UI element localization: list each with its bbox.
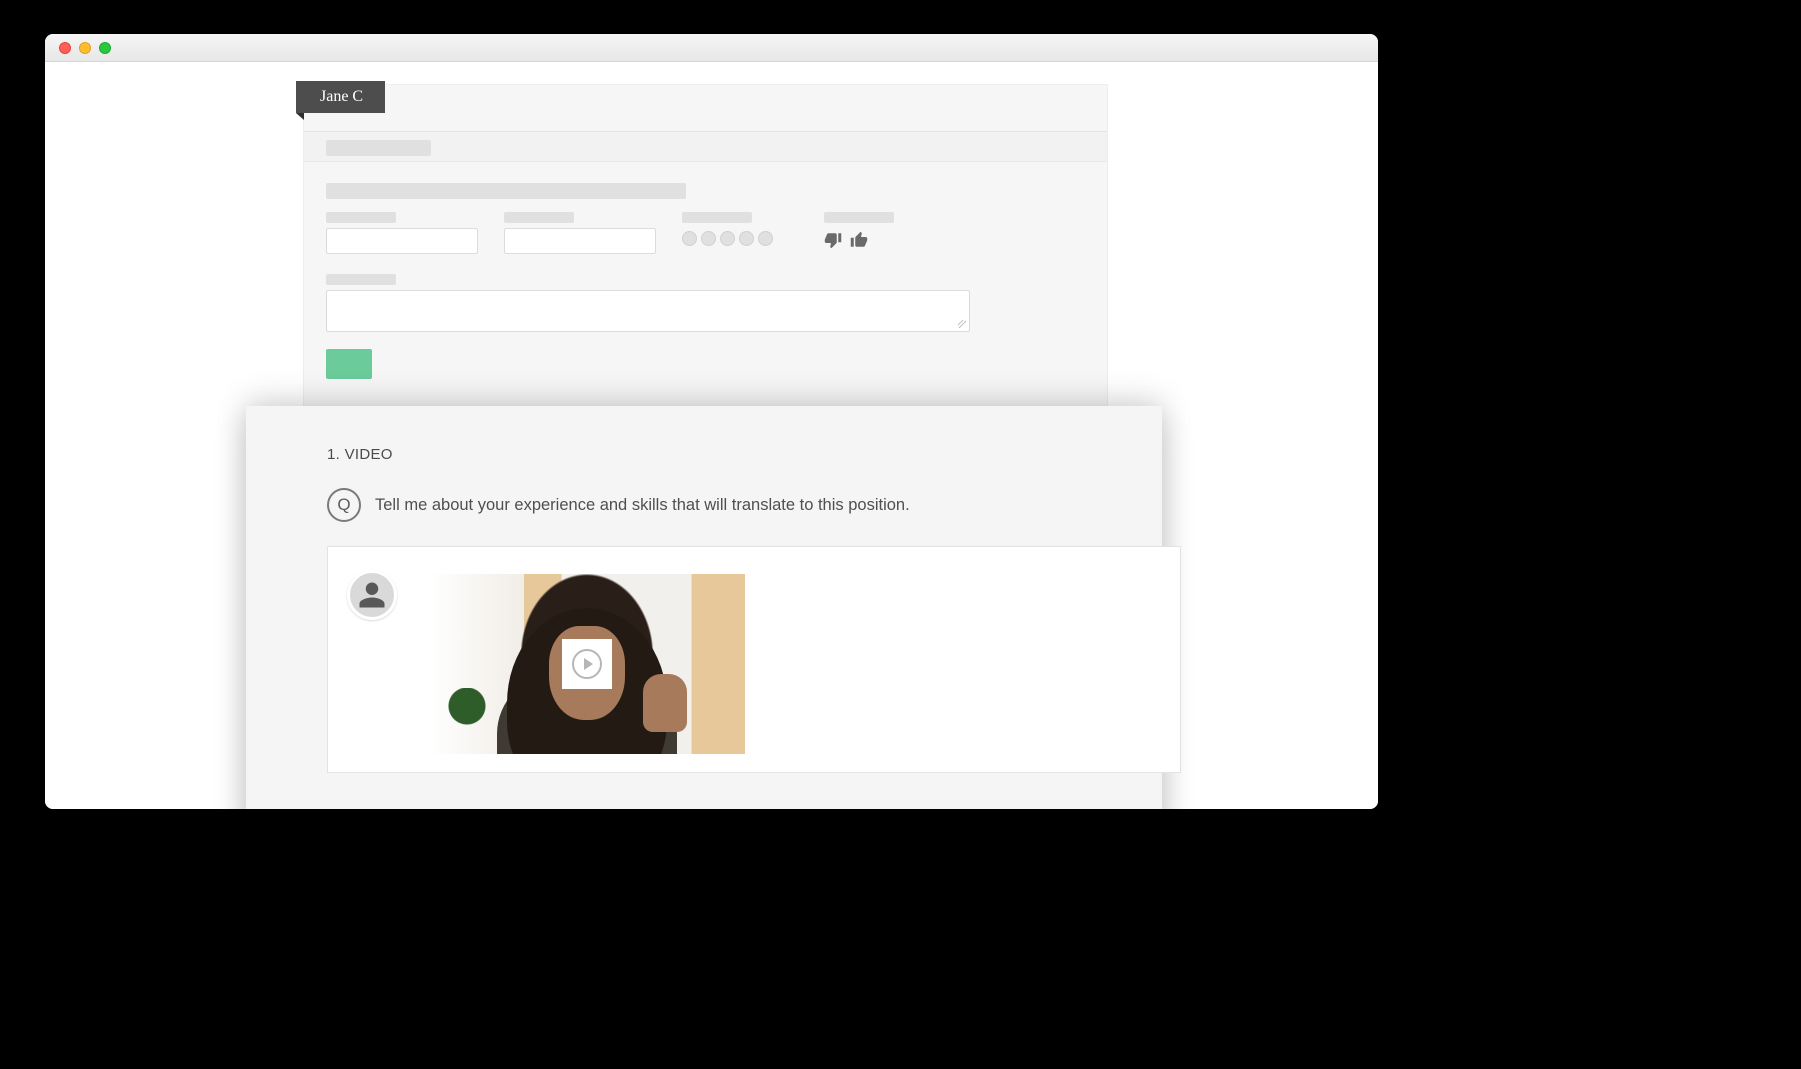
skeleton-label bbox=[326, 212, 396, 223]
play-button[interactable] bbox=[566, 643, 608, 685]
submit-button[interactable] bbox=[326, 349, 372, 379]
skeleton-label bbox=[504, 212, 574, 223]
question-row: Q Tell me about your experience and skil… bbox=[327, 488, 1082, 522]
rating-dot[interactable] bbox=[682, 231, 697, 246]
window-minimize-button[interactable] bbox=[79, 42, 91, 54]
video-thumbnail[interactable] bbox=[429, 574, 745, 754]
skeleton-label bbox=[824, 212, 894, 223]
window-zoom-button[interactable] bbox=[99, 42, 111, 54]
thumbs-down-icon[interactable] bbox=[824, 231, 842, 249]
app-window: Jane C bbox=[45, 34, 1378, 809]
candidate-name-tag: Jane C bbox=[296, 81, 385, 113]
evaluation-form-panel: Jane C bbox=[303, 84, 1108, 414]
skeleton-label bbox=[682, 212, 752, 223]
avatar bbox=[347, 570, 397, 620]
window-content: Jane C bbox=[45, 62, 1378, 809]
rating-dot[interactable] bbox=[701, 231, 716, 246]
rating-dot[interactable] bbox=[739, 231, 754, 246]
skeleton-section-title bbox=[326, 140, 431, 156]
text-input[interactable] bbox=[504, 228, 656, 254]
thumbs-control bbox=[824, 231, 868, 249]
window-close-button[interactable] bbox=[59, 42, 71, 54]
video-answer-box bbox=[327, 546, 1181, 773]
rating-control[interactable] bbox=[682, 231, 773, 246]
skeleton-heading bbox=[326, 183, 686, 199]
person-silhouette-icon bbox=[357, 580, 387, 610]
question-badge-icon: Q bbox=[327, 488, 361, 522]
play-icon bbox=[572, 649, 602, 679]
text-input[interactable] bbox=[326, 228, 478, 254]
window-titlebar bbox=[45, 34, 1378, 62]
rating-dot[interactable] bbox=[758, 231, 773, 246]
thumbs-up-icon[interactable] bbox=[850, 231, 868, 249]
rating-dot[interactable] bbox=[720, 231, 735, 246]
textarea-input[interactable] bbox=[326, 290, 970, 332]
section-index-label: 1. VIDEO bbox=[327, 446, 393, 463]
video-question-panel: 1. VIDEO Q Tell me about your experience… bbox=[246, 406, 1162, 809]
question-text: Tell me about your experience and skills… bbox=[375, 496, 910, 515]
skeleton-label bbox=[326, 274, 396, 285]
